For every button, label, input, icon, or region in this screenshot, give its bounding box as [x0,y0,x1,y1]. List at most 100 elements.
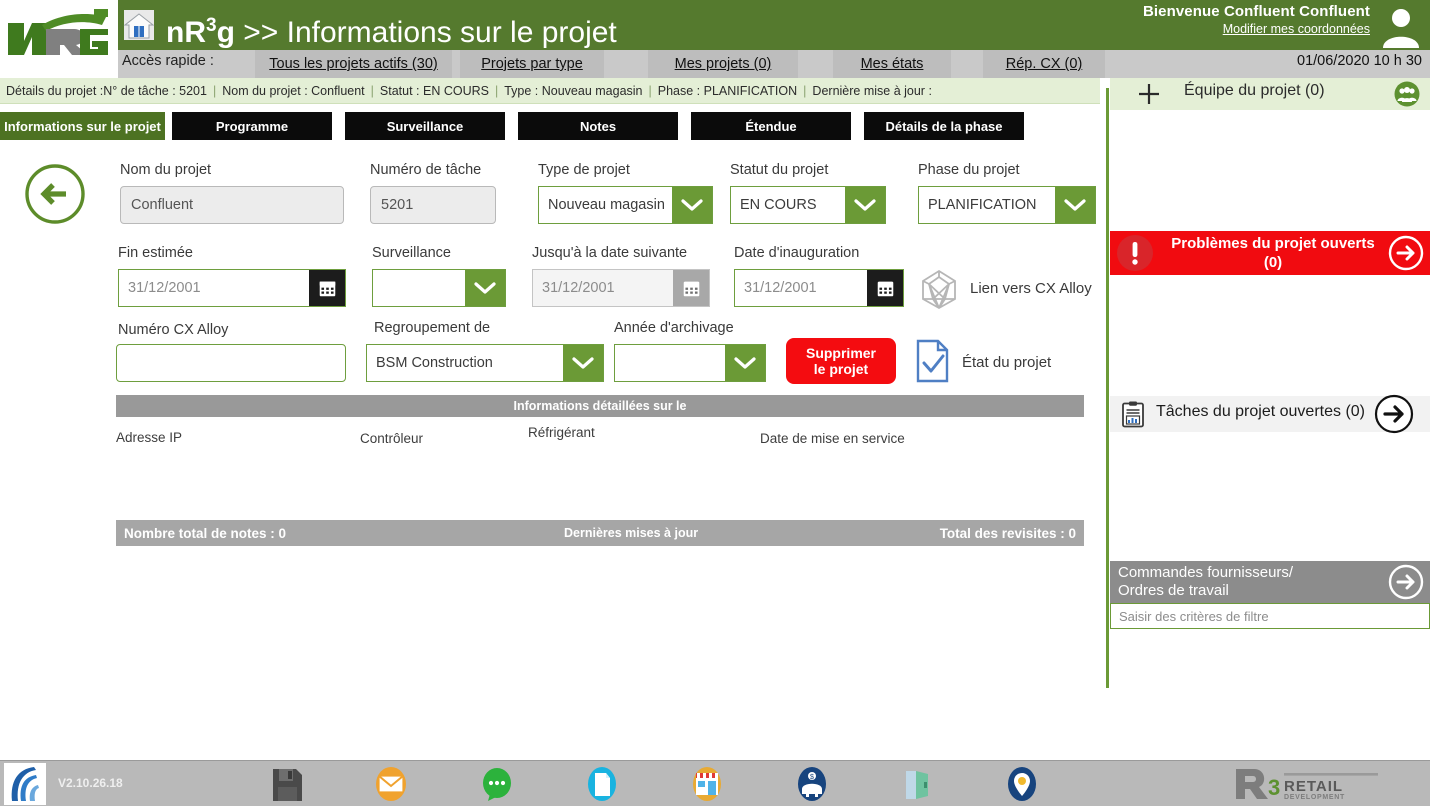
open-issues-panel[interactable]: Problèmes du projet ouverts (0) [1110,231,1430,275]
edit-profile-link[interactable]: Modifier mes coordonnées [1143,22,1370,36]
chevron-down-icon [845,187,885,223]
details-seg-2: Statut : EN COURS [380,84,489,98]
quick-access-item-4[interactable]: Rép. CX (0) [983,50,1105,78]
nrg-logo-svg [2,3,116,63]
estimated-end-date-field[interactable]: 31/12/2001 [118,269,346,307]
column-header-refrigerant: Réfrigérant [528,425,595,440]
grouping-value: BSM Construction [367,345,563,381]
quick-access-item-1[interactable]: Projets par type [460,50,604,78]
project-type-select[interactable]: Nouveau magasin [538,186,713,224]
project-phase-select[interactable]: PLANIFICATION [918,186,1096,224]
back-arrow-icon[interactable] [24,163,86,225]
label-fin-estimee: Fin estimée [118,245,193,261]
welcome-message: Bienvenue Confluent Confluent [1143,3,1370,20]
tab-etendue[interactable]: Étendue [691,112,851,140]
label-nom-du-projet: Nom du projet [120,162,211,178]
details-sep: | [371,84,374,98]
project-state-label[interactable]: État du projet [962,354,1051,371]
calendar-icon[interactable] [309,270,345,306]
details-seg-0: N° de tâche : 5201 [103,84,207,98]
chat-bubble-icon[interactable] [478,765,516,803]
details-sep: | [803,84,806,98]
open-tasks-label: Tâches du projet ouvertes (0) [1156,403,1365,421]
revisits-total: Total des revisites : 0 [940,520,1076,546]
store-icon[interactable] [688,765,726,803]
quick-access-item-0[interactable]: Tous les projets actifs (30) [255,50,452,78]
tab-informations-sur-le-projet[interactable]: Informations sur le projet [0,112,165,140]
quick-access-item-3[interactable]: Mes états [833,50,951,78]
quick-access-item-2[interactable]: Mes projets (0) [648,50,798,78]
piggy-bank-icon[interactable]: $ [793,765,831,803]
main-form-area: Nom du projet Numéro de tâche Type de pr… [0,140,1100,755]
project-details-breadcrumb: Détails du projet : N° de tâche : 5201 |… [0,78,1100,104]
tab-label: Notes [580,119,616,134]
map-pin-icon[interactable] [1003,765,1041,803]
orders-filter-input[interactable]: Saisir des critères de filtre [1110,603,1430,629]
project-name-input[interactable]: Confluent [120,186,344,224]
cx-alloy-number-input[interactable] [116,344,346,382]
details-prefix: Détails du projet : [6,84,103,98]
folder-icon[interactable] [898,765,936,803]
quick-access-label: Accès rapide : [122,53,214,69]
app-name-sup: 3 [206,15,217,36]
svg-text:3: 3 [1268,775,1280,800]
grouping-select[interactable]: BSM Construction [366,344,604,382]
project-name-value: Confluent [131,197,193,213]
tab-notes[interactable]: Notes [518,112,678,140]
column-header-date-mise-en-service: Date de mise en service [760,431,905,446]
label-regroupement-de: Regroupement de [374,320,490,336]
supplier-orders-line2: Ordres de travail [1118,582,1368,600]
tab-programme[interactable]: Programme [172,112,332,140]
tab-label: Surveillance [387,119,464,134]
task-number-value: 5201 [381,197,413,213]
arrow-right-icon[interactable] [1374,394,1414,434]
page-title-rest: >> Informations sur le projet [243,16,617,49]
opening-date-field[interactable]: 31/12/2001 [734,269,904,307]
details-sep: | [495,84,498,98]
company-swirl-logo[interactable] [4,763,46,805]
home-icon[interactable] [122,8,156,42]
project-status-select[interactable]: EN COURS [730,186,886,224]
column-header-adresse-ip: Adresse IP [116,430,182,445]
cx-alloy-link-label[interactable]: Lien vers CX Alloy [970,280,1092,297]
supplier-orders-panel: Commandes fournisseurs/ Ordres de travai… [1110,561,1430,633]
svg-text:$: $ [810,774,814,781]
quick-access-item-1-label: Projets par type [481,56,583,72]
detailed-info-title: Informations détaillées sur le [514,399,687,413]
team-label: Équipe du projet (0) [1184,82,1325,100]
plus-icon[interactable] [1138,83,1160,105]
save-floppy-icon[interactable] [268,765,306,803]
team-panel[interactable]: Équipe du projet (0) [1110,78,1430,110]
r3-retail-development-logo: 3 RETAIL DEVELOPMENT [1232,767,1382,801]
cx-alloy-icon[interactable] [918,268,960,310]
calendar-icon[interactable] [867,270,903,306]
label-numero-cx-alloy: Numéro CX Alloy [118,322,228,338]
tab-label: Programme [216,119,288,134]
open-tasks-panel[interactable]: Tâches du projet ouvertes (0) [1110,396,1430,432]
until-date-field[interactable]: 31/12/2001 [532,269,710,307]
team-group-icon[interactable] [1394,81,1420,107]
svg-text:DEVELOPMENT: DEVELOPMENT [1284,794,1345,801]
quick-access-item-0-label: Tous les projets actifs (30) [269,56,437,72]
chevron-down-icon [725,345,765,381]
last-updates: Dernières mises à jour [564,520,698,546]
arrow-right-icon[interactable] [1388,564,1424,600]
clipboard-chart-icon [1120,401,1146,428]
nrg-logo[interactable] [0,0,118,66]
avatar[interactable] [1376,3,1426,48]
surveillance-select[interactable] [372,269,506,307]
arrow-right-icon[interactable] [1388,235,1424,271]
mail-envelope-icon[interactable] [372,765,410,803]
delete-project-button[interactable]: Supprimer le projet [786,338,896,384]
document-check-icon[interactable] [914,338,952,384]
chevron-down-icon [1055,187,1095,223]
task-number-input[interactable]: 5201 [370,186,496,224]
archive-year-value [615,345,725,381]
details-seg-1: Nom du projet : Confluent [222,84,364,98]
open-issues-label: Problèmes du projet ouverts (0) [1162,233,1384,273]
document-icon[interactable] [583,765,621,803]
tab-details-de-la-phase[interactable]: Détails de la phase [864,112,1024,140]
tab-surveillance[interactable]: Surveillance [345,112,505,140]
archive-year-select[interactable] [614,344,766,382]
calendar-icon[interactable] [673,270,709,306]
